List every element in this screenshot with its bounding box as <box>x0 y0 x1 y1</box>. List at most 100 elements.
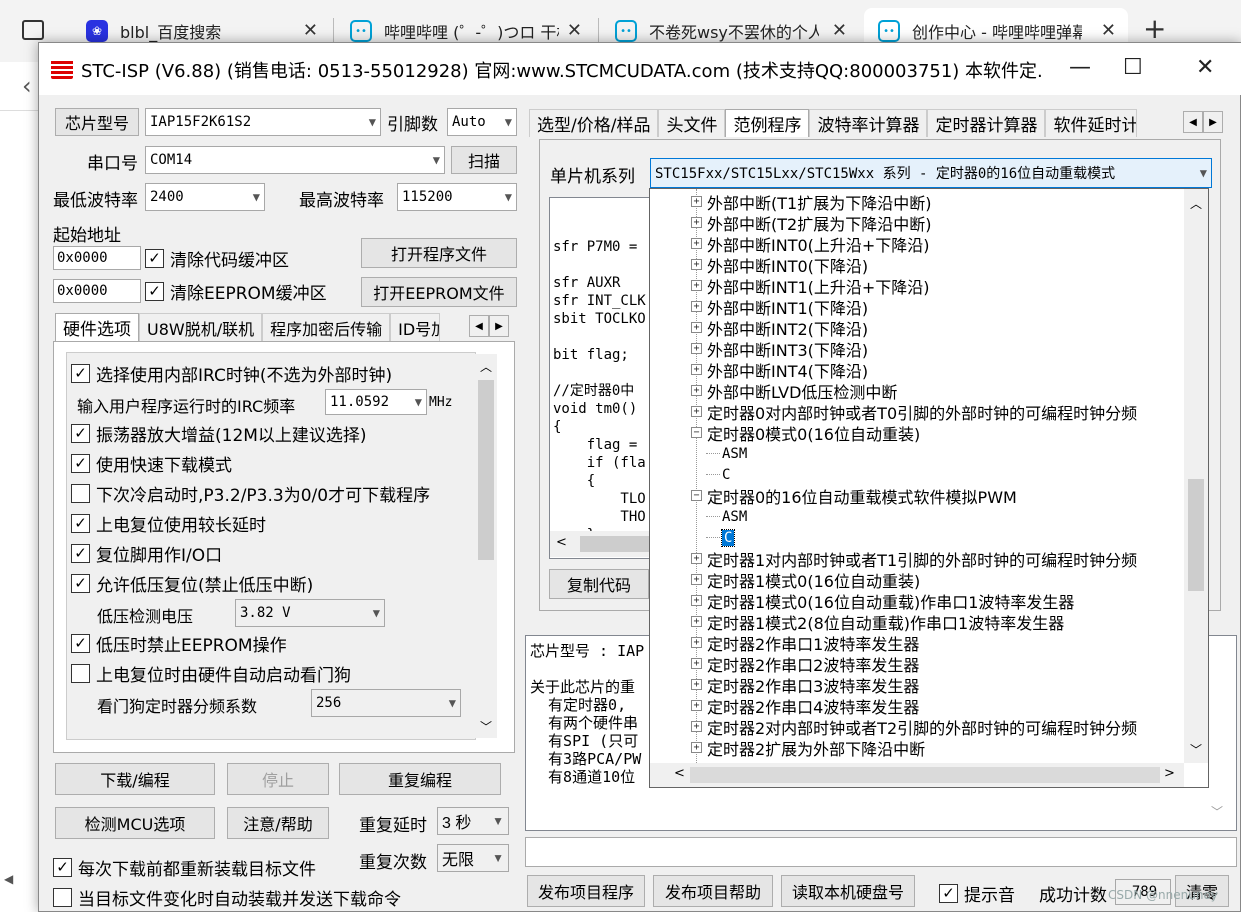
opt-watchdog[interactable]: 上电复位时由硬件自动启动看门狗 <box>71 661 351 686</box>
chip-model-select[interactable]: IAP15F2K61S2 ▼ <box>145 108 381 136</box>
tree-node[interactable]: + 定时器1对内部时钟或者T1引脚的外部时钟的可编程时钟分频 <box>691 548 1137 570</box>
expand-icon[interactable]: + <box>691 721 702 732</box>
minimize-button[interactable]: — <box>1069 55 1091 80</box>
scroll-thumb[interactable] <box>580 536 658 552</box>
close-tab-icon[interactable]: ✕ <box>303 20 318 41</box>
port-select[interactable]: COM14 ▼ <box>145 146 445 174</box>
tree-vscroll[interactable]: ︿ ﹀ <box>1184 189 1208 763</box>
back-icon[interactable]: ‹ <box>22 72 32 100</box>
expand-icon[interactable]: + <box>691 616 702 627</box>
close-window-button[interactable]: ✕ <box>1196 55 1214 80</box>
expand-icon[interactable]: + <box>691 259 702 270</box>
scroll-up-icon[interactable]: ︿ <box>1190 195 1202 212</box>
reload-each-checkbox[interactable]: ✓ 每次下载前都重新装载目标文件 <box>53 855 316 880</box>
eeprom-address-input[interactable]: 0x0000 <box>53 279 141 303</box>
opt-eeprom-protect[interactable]: ✓ 低压时禁止EEPROM操作 <box>71 631 287 656</box>
expand-icon[interactable]: + <box>691 385 702 396</box>
tree-node[interactable]: + 外部中断INT0(上升沿+下降沿) <box>691 233 930 255</box>
expand-icon[interactable]: + <box>691 217 702 228</box>
scroll-down-icon[interactable]: ﹀ <box>1190 741 1202 758</box>
expand-icon[interactable]: + <box>691 700 702 711</box>
hint-sound-checkbox[interactable]: ✓ 提示音 <box>939 881 1015 906</box>
close-tab-icon[interactable]: ✕ <box>832 20 847 41</box>
detect-mcu-button[interactable]: 检测MCU选项 <box>55 807 215 839</box>
close-tab-icon[interactable]: ✕ <box>1101 20 1116 41</box>
expand-icon[interactable]: + <box>691 406 702 417</box>
repeat-program-button[interactable]: 重复编程 <box>339 763 501 795</box>
stop-button[interactable]: 停止 <box>227 763 329 795</box>
arrow-left-icon[interactable]: ◀ <box>1183 111 1203 133</box>
expand-icon[interactable]: + <box>691 553 702 564</box>
arrow-right-icon[interactable]: ▶ <box>489 315 509 337</box>
left-tab-scroller[interactable]: ◀ ▶ <box>469 315 509 337</box>
tree-leaf[interactable]: ASM <box>706 506 747 527</box>
irc-freq-select[interactable]: 11.0592 ▼ <box>325 389 427 415</box>
example-tree-popup[interactable]: + 外部中断(T1扩展为下降沿中断) + 外部中断(T2扩展为下降沿中断) + 外部中断I… <box>649 188 1209 788</box>
tree-node[interactable]: + 外部中断INT4(下降沿) <box>691 359 868 381</box>
tree-node[interactable]: + 定时器1模式0(16位自动重载)作串口1波特率发生器 <box>691 590 1074 612</box>
tree-node[interactable]: + 定时器0对内部时钟或者T0引脚的外部时钟的可编程时钟分频 <box>691 401 1137 423</box>
tree-node[interactable]: − 定时器0模式0(16位自动重装) <box>691 422 920 444</box>
tree-node[interactable]: + 外部中断INT2(下降沿) <box>691 317 868 339</box>
series-select[interactable]: STC15Fxx/STC15Lxx/STC15Wxx 系列 - 定时器0的16位… <box>650 158 1212 188</box>
expand-icon[interactable]: + <box>691 343 702 354</box>
opt-reset-io[interactable]: ✓ 复位脚用作I/O口 <box>71 541 222 566</box>
auto-reload-checkbox[interactable]: 当目标文件变化时自动装载并发送下载命令 <box>53 885 401 910</box>
open-eeprom-button[interactable]: 打开EEPROM文件 <box>361 277 517 307</box>
expand-icon[interactable]: + <box>691 574 702 585</box>
code-view[interactable]: sfr P7M0 = sfr AUXR sfr INT_CLK sbit TOCLK… <box>549 197 659 559</box>
info-scroll-down-icon[interactable]: ﹀ <box>1211 803 1223 820</box>
opt-cold-start[interactable]: 下次冷启动时,P3.2/P3.3为0/0才可下载程序 <box>71 481 430 506</box>
tree-node[interactable]: + 定时器2作串口1波特率发生器 <box>691 632 919 654</box>
max-baud-select[interactable]: 115200 ▼ <box>397 183 517 211</box>
arrow-left-icon[interactable]: ◀ <box>469 315 489 337</box>
maximize-button[interactable]: ☐ <box>1123 55 1143 80</box>
tab-selection[interactable]: 选型/价格/样品 <box>529 109 659 137</box>
tree-hscroll[interactable]: < > <box>650 763 1184 787</box>
opt-fast-download[interactable]: ✓ 使用快速下载模式 <box>71 451 232 476</box>
expand-icon[interactable]: + <box>691 238 702 249</box>
code-address-input[interactable]: 0x0000 <box>53 246 141 270</box>
tab-u8w[interactable]: U8W脱机/联机 <box>139 313 263 341</box>
expand-icon[interactable]: + <box>691 679 702 690</box>
scroll-down-icon[interactable]: ﹀ <box>480 718 492 735</box>
scan-button[interactable]: 扫描 <box>451 146 517 174</box>
opt-osc-gain[interactable]: ✓ 振荡器放大增益(12M以上建议选择) <box>71 421 367 446</box>
tab-timer-calc[interactable]: 定时器计算器 <box>927 109 1046 137</box>
publish-program-button[interactable]: 发布项目程序 <box>527 875 645 907</box>
tree-node[interactable]: + 定时器2作串口2波特率发生器 <box>691 653 919 675</box>
expand-icon[interactable]: + <box>691 742 702 753</box>
sidebar-toggle-icon[interactable] <box>22 20 44 40</box>
scroll-thumb[interactable] <box>690 767 1160 783</box>
expand-icon[interactable]: + <box>691 364 702 375</box>
opt-long-delay[interactable]: ✓ 上电复位使用较长延时 <box>71 511 266 536</box>
pin-count-select[interactable]: Auto ▼ <box>447 108 517 136</box>
arrow-right-icon[interactable]: ▶ <box>1203 111 1223 133</box>
tree-node[interactable]: + 定时器2作串口4波特率发生器 <box>691 695 919 717</box>
tree-node[interactable]: + 定时器1模式2(8位自动重载)作串口1波特率发生器 <box>691 611 1064 633</box>
open-program-button[interactable]: 打开程序文件 <box>361 238 517 268</box>
tab-encrypt[interactable]: 程序加密后传输 <box>262 313 391 341</box>
tree-node[interactable]: + 外部中断INT0(下降沿) <box>691 254 868 276</box>
repeat-count-select[interactable]: 无限 ▼ <box>437 844 509 872</box>
expand-icon[interactable]: + <box>691 280 702 291</box>
min-baud-select[interactable]: 2400 ▼ <box>145 183 265 211</box>
tree-node[interactable]: + 外部中断LVD低压检测中断 <box>691 380 897 402</box>
options-scrollbar[interactable]: ︿ ﹀ <box>475 354 497 738</box>
scroll-thumb[interactable] <box>478 380 494 560</box>
clear-eeprom-checkbox[interactable]: ✓ 清除EEPROM缓冲区 <box>145 279 327 304</box>
code-hscroll[interactable]: < <box>550 531 658 557</box>
tab-baud-calc[interactable]: 波特率计算器 <box>809 109 928 137</box>
download-button[interactable]: 下载/编程 <box>55 763 215 795</box>
expand-icon[interactable]: + <box>691 301 702 312</box>
expand-icon[interactable]: + <box>691 322 702 333</box>
tree-node[interactable]: + 外部中断INT1(下降沿) <box>691 296 868 318</box>
right-tab-scroller[interactable]: ◀ ▶ <box>1183 111 1223 133</box>
chip-model-button[interactable]: 芯片型号 <box>55 108 139 136</box>
copy-code-button[interactable]: 复制代码 <box>549 569 649 599</box>
collapse-icon[interactable]: − <box>691 427 702 438</box>
tree-node[interactable]: + 外部中断(T1扩展为下降沿中断) <box>691 191 931 213</box>
tab-examples[interactable]: 范例程序 <box>725 109 810 137</box>
help-button[interactable]: 注意/帮助 <box>227 807 329 839</box>
tab-hardware-options[interactable]: 硬件选项 <box>55 313 139 341</box>
